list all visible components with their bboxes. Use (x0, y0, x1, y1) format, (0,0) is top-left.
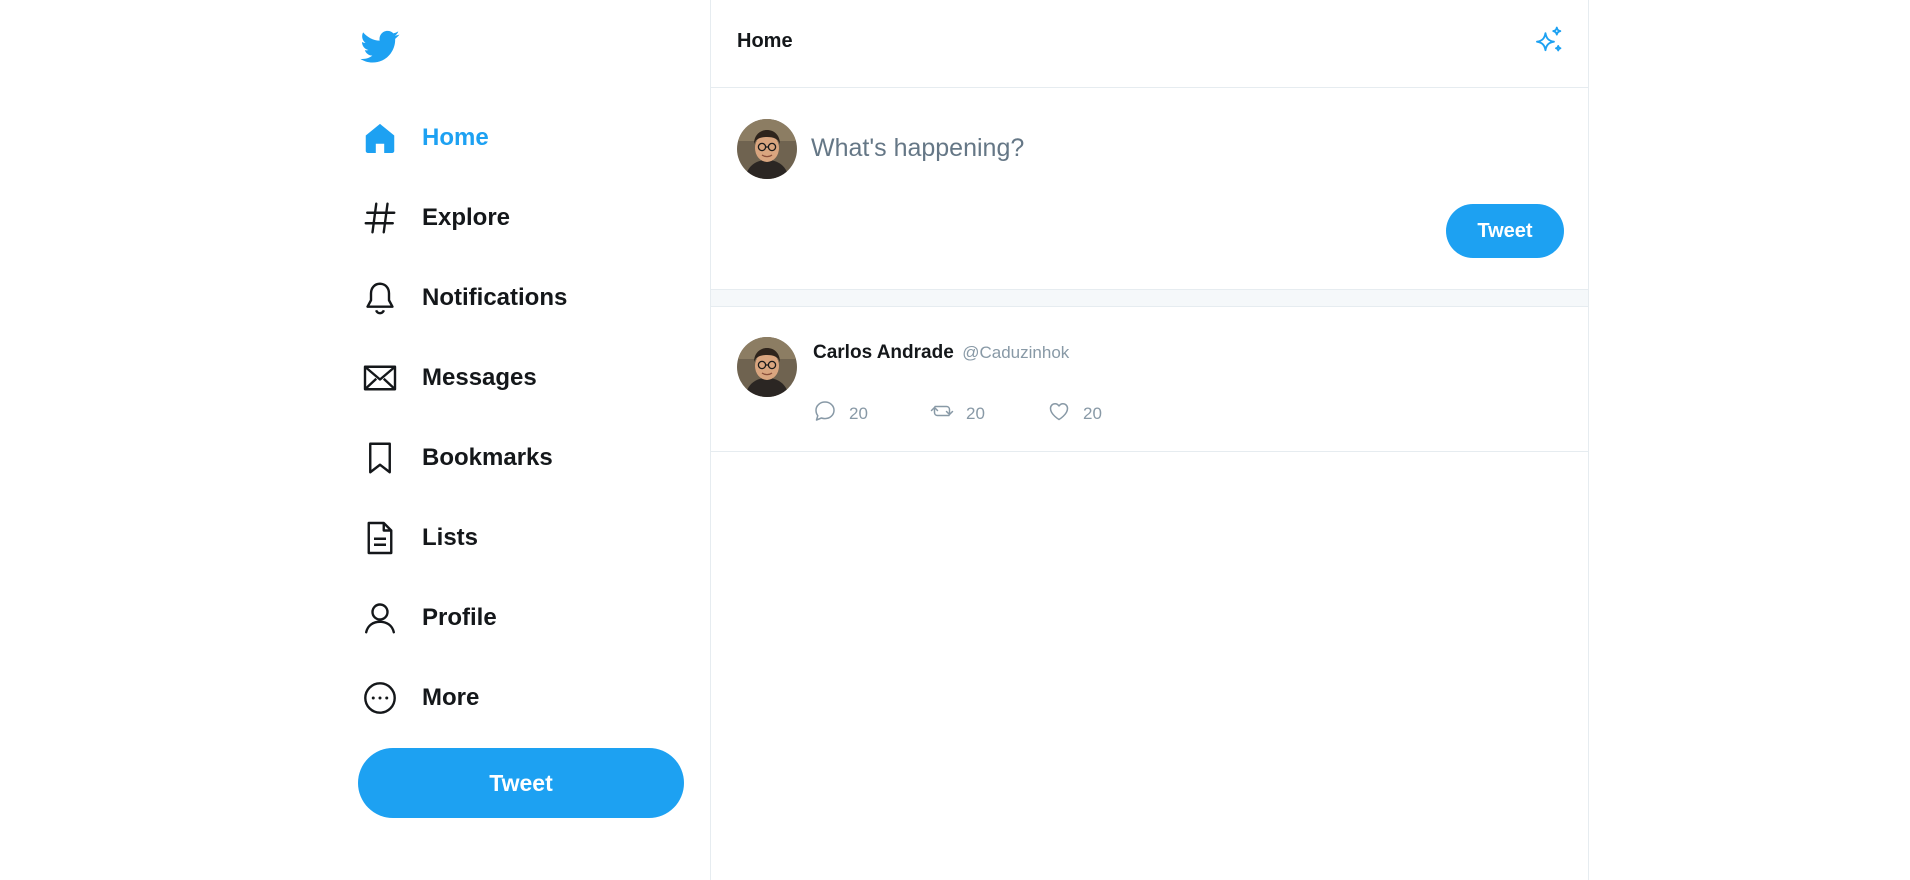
reply-count: 20 (849, 403, 868, 423)
nav-item-explore[interactable]: Explore (354, 178, 684, 258)
nav-label-more: More (422, 684, 480, 711)
home-icon (360, 118, 400, 158)
heart-icon (1047, 399, 1071, 428)
avatar[interactable] (737, 337, 797, 397)
nav-item-bookmarks[interactable]: Bookmarks (354, 418, 684, 498)
nav-label-explore: Explore (422, 204, 511, 231)
nav-item-more[interactable]: More (354, 658, 684, 738)
author-name[interactable]: Carlos Andrade (813, 342, 954, 363)
avatar[interactable] (737, 119, 797, 179)
like-button[interactable]: 20 (1047, 399, 1164, 428)
nav-label-messages: Messages (422, 364, 537, 391)
reply-button[interactable]: 20 (813, 399, 930, 428)
comment-icon (813, 399, 837, 428)
main-nav: Home Explore Notifications Messages Book… (354, 98, 684, 738)
tweet-card[interactable]: Carlos Andrade @Caduzinhok 20 20 20 (711, 307, 1588, 452)
compose-input[interactable] (811, 128, 1511, 168)
nav-label-lists: Lists (422, 524, 479, 551)
retweet-icon (930, 399, 954, 428)
feed-divider (711, 289, 1588, 307)
page-title: Home (737, 30, 793, 52)
sidebar: Home Explore Notifications Messages Book… (354, 0, 710, 880)
nav-item-lists[interactable]: Lists (354, 498, 684, 578)
sparkle-icon[interactable] (1532, 24, 1566, 58)
bell-icon (360, 278, 400, 318)
envelope-icon (360, 358, 400, 398)
retweet-count: 20 (966, 403, 985, 423)
nav-item-profile[interactable]: Profile (354, 578, 684, 658)
nav-label-notifications: Notifications (422, 284, 568, 311)
like-count: 20 (1083, 403, 1102, 423)
nav-item-home[interactable]: Home (354, 98, 684, 178)
compose-tweet-button[interactable]: Tweet (1446, 204, 1564, 258)
main-timeline: Home Tweet (710, 0, 1589, 880)
sidebar-tweet-button[interactable]: Tweet (358, 748, 684, 818)
tweet-author: Carlos Andrade @Caduzinhok (813, 342, 1069, 364)
timeline-header: Home (711, 0, 1588, 88)
author-handle[interactable]: @Caduzinhok (962, 343, 1069, 362)
nav-label-bookmarks: Bookmarks (422, 444, 553, 471)
tweet-actions: 20 20 20 (813, 399, 1164, 428)
retweet-button[interactable]: 20 (930, 399, 1047, 428)
bookmark-icon (360, 438, 400, 478)
hashtag-icon (360, 198, 400, 238)
nav-item-messages[interactable]: Messages (354, 338, 684, 418)
tweet-composer: Tweet (711, 88, 1588, 289)
app: Home Explore Notifications Messages Book… (0, 0, 1910, 880)
nav-label-home: Home (422, 124, 489, 151)
list-document-icon (360, 518, 400, 558)
nav-label-profile: Profile (422, 604, 497, 631)
twitter-bird-icon[interactable] (360, 26, 400, 66)
user-icon (360, 598, 400, 638)
nav-item-notifications[interactable]: Notifications (354, 258, 684, 338)
more-circle-icon (360, 678, 400, 718)
